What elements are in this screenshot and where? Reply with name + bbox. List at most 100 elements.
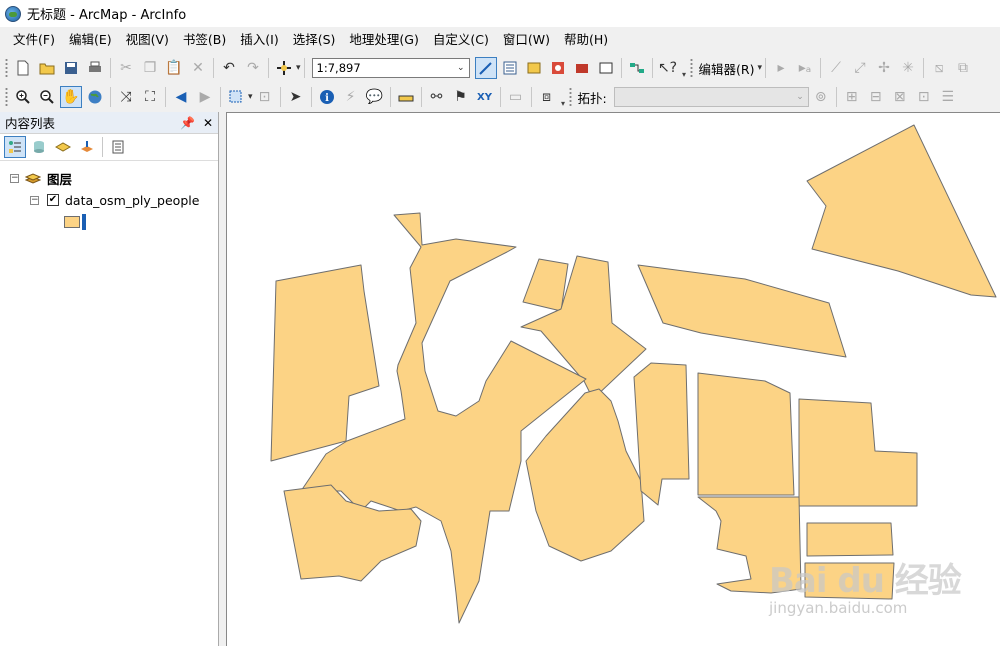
full-extent-globe-icon[interactable] — [84, 86, 106, 108]
layer-name[interactable]: data_osm_ply_people — [65, 193, 199, 208]
zoom-out-icon[interactable] — [36, 86, 58, 108]
edit-vertices-icon[interactable]: ⧅ — [928, 57, 950, 79]
add-data-dropdown-icon[interactable]: ▾ — [296, 63, 301, 73]
show-shared-features-icon[interactable]: ⊟ — [865, 86, 887, 108]
topology-label: 拓扑: — [577, 90, 607, 106]
search-window-icon[interactable] — [547, 57, 569, 79]
list-by-visibility-icon[interactable] — [52, 136, 74, 158]
cut-icon[interactable]: ✂ — [115, 57, 137, 79]
collapse-icon[interactable]: − — [30, 195, 39, 205]
add-data-icon[interactable] — [273, 57, 295, 79]
select-features-icon[interactable] — [225, 86, 247, 108]
menu-file[interactable]: 文件(F) — [6, 27, 62, 52]
new-document-icon[interactable] — [12, 57, 34, 79]
measure-icon[interactable] — [395, 86, 417, 108]
polygon-symbol-swatch[interactable] — [64, 216, 80, 228]
copy-icon[interactable]: ❐ — [139, 57, 161, 79]
model-builder-icon[interactable] — [626, 57, 648, 79]
toolbar-separator — [923, 58, 925, 78]
toolbar-grip[interactable] — [689, 58, 693, 78]
toolbar-separator — [220, 87, 221, 107]
map-polygon — [525, 388, 645, 562]
paste-icon[interactable]: 📋 — [163, 57, 185, 79]
open-folder-icon[interactable] — [36, 57, 58, 79]
fixed-zoom-out-icon[interactable]: ⛶ — [139, 86, 161, 108]
menu-view[interactable]: 视图(V) — [119, 27, 176, 52]
toolbar-grip[interactable] — [568, 87, 572, 107]
error-inspector-icon[interactable]: ☰ — [937, 86, 959, 108]
hyperlink-icon[interactable]: ⚡ — [340, 86, 362, 108]
html-popup-icon[interactable]: 💬 — [364, 86, 386, 108]
end-point-arc-icon[interactable]: ⤢ — [849, 57, 871, 79]
list-by-selection-icon[interactable] — [76, 136, 98, 158]
layers-group-label[interactable]: 图层 — [47, 169, 72, 188]
find-binoculars-icon[interactable]: ⚯ — [426, 86, 448, 108]
pin-icon[interactable]: 📌 — [180, 116, 195, 130]
create-viewer-window-icon[interactable]: ⧈ — [536, 86, 558, 108]
toolbar-overflow-icon[interactable]: ▾ — [680, 57, 689, 79]
chevron-down-icon[interactable]: ⌄ — [457, 63, 465, 73]
list-by-drawing-order-icon[interactable] — [4, 136, 26, 158]
toolbar-overflow-icon[interactable]: ▾ — [559, 86, 568, 108]
layer-visibility-checkbox[interactable]: ✔ — [47, 194, 59, 206]
editor-dropdown-icon[interactable]: ▾ — [757, 63, 762, 73]
time-slider-icon[interactable]: ▭ — [505, 86, 527, 108]
pan-hand-icon[interactable]: ✋ — [60, 86, 82, 108]
clear-selection-icon[interactable]: ⊡ — [254, 86, 276, 108]
topology-edit-tool-icon[interactable]: ⊞ — [841, 86, 863, 108]
validate-topology-icon[interactable]: ⊡ — [913, 86, 935, 108]
chevron-down-icon[interactable]: ⌄ — [796, 92, 804, 102]
menu-selection[interactable]: 选择(S) — [286, 27, 343, 52]
map-topology-icon[interactable]: ⊚ — [810, 86, 832, 108]
undo-icon[interactable]: ↶ — [218, 57, 240, 79]
save-icon[interactable] — [60, 57, 82, 79]
menu-edit[interactable]: 编辑(E) — [62, 27, 119, 52]
map-scale-combobox[interactable]: 1:7,897 ⌄ — [311, 58, 470, 78]
select-elements-arrow-icon[interactable]: ➤ — [285, 86, 307, 108]
edit-annotation-icon[interactable]: ▸ₐ — [794, 57, 816, 79]
zoom-in-icon[interactable] — [12, 86, 34, 108]
arctoolbox-icon[interactable] — [571, 57, 593, 79]
edit-tool-icon[interactable]: ▸ — [770, 57, 792, 79]
straight-segment-icon[interactable]: ⟋ — [825, 57, 847, 79]
reshape-feature-icon[interactable]: ⧉ — [952, 57, 974, 79]
whats-this-help-icon[interactable]: ↖? — [657, 57, 679, 79]
toolbar-separator — [835, 87, 837, 107]
editor-menu[interactable]: 编辑器(R) — [696, 59, 758, 78]
construction-tools-icon[interactable]: ✢ — [873, 57, 895, 79]
toolbar-grip[interactable] — [5, 58, 8, 78]
menu-customize[interactable]: 自定义(C) — [426, 27, 496, 52]
select-features-dropdown-icon[interactable]: ▾ — [248, 92, 253, 102]
redo-icon[interactable]: ↷ — [242, 57, 264, 79]
editor-toolbar-toggle-icon[interactable] — [474, 57, 497, 79]
toc-options-icon[interactable] — [107, 136, 129, 158]
table-of-contents-panel: 内容列表 📌 ✕ − 图层 − ✔ data_osm_ply_people — [0, 112, 219, 646]
close-icon[interactable]: ✕ — [203, 116, 213, 130]
menu-geoprocessing[interactable]: 地理处理(G) — [342, 27, 425, 52]
construct-features-icon[interactable]: ⊠ — [889, 86, 911, 108]
split-tool-icon[interactable]: ✳ — [897, 57, 919, 79]
table-of-contents-window-icon[interactable] — [499, 57, 521, 79]
layer-tree: − 图层 − ✔ data_osm_ply_people — [0, 161, 218, 233]
back-extent-arrow-icon[interactable]: ◀ — [170, 86, 192, 108]
go-to-xy-icon[interactable]: XY — [474, 86, 496, 108]
menu-windows[interactable]: 窗口(W) — [496, 27, 557, 52]
fixed-zoom-in-icon[interactable]: ⤨ — [115, 86, 137, 108]
identify-icon[interactable]: i — [316, 86, 338, 108]
tools-toolbar: ✋ ⤨ ⛶ ◀ ▶ ▾ ⊡ ➤ i ⚡ 💬 ⚯ ⚑ XY ▭ ⧈ ▾ 拓扑: ⌄… — [0, 83, 1000, 111]
menu-help[interactable]: 帮助(H) — [557, 27, 615, 52]
map-polygon — [798, 398, 918, 507]
print-icon[interactable] — [84, 57, 106, 79]
python-window-icon[interactable] — [595, 57, 617, 79]
delete-icon[interactable]: ✕ — [187, 57, 209, 79]
forward-extent-arrow-icon[interactable]: ▶ — [194, 86, 216, 108]
catalog-window-icon[interactable] — [523, 57, 545, 79]
menu-bookmarks[interactable]: 书签(B) — [176, 27, 233, 52]
list-by-source-icon[interactable] — [28, 136, 50, 158]
layers-group-icon — [25, 173, 41, 184]
toolbar-grip[interactable] — [5, 87, 8, 107]
collapse-icon[interactable]: − — [10, 173, 19, 183]
topology-combobox[interactable]: ⌄ — [613, 87, 809, 107]
menu-insert[interactable]: 插入(I) — [233, 27, 285, 52]
find-route-icon[interactable]: ⚑ — [450, 86, 472, 108]
